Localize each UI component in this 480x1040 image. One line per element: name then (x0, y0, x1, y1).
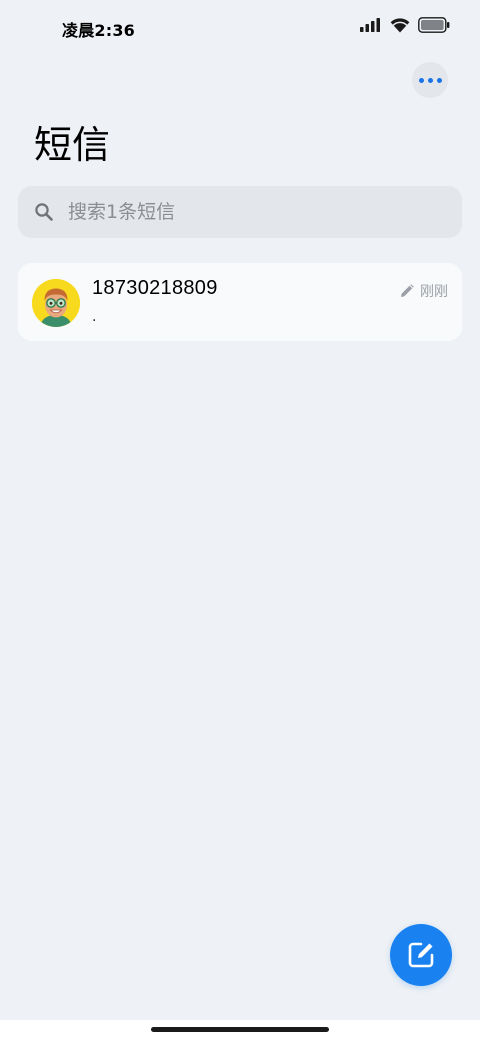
battery-icon (418, 17, 450, 33)
avatar (32, 279, 80, 327)
contact-name: 18730218809 (92, 277, 218, 299)
search-input[interactable] (68, 201, 428, 223)
compose-icon (408, 942, 434, 968)
message-time: 刚刚 (420, 284, 448, 300)
more-horizontal-icon (417, 77, 444, 83)
signal-icon (360, 18, 380, 32)
wifi-icon (390, 18, 410, 33)
page-title: 短信 (34, 123, 111, 167)
message-meta: 刚刚 (400, 281, 448, 301)
search-icon (35, 203, 53, 221)
conversation-item[interactable]: 18730218809 . 刚刚 (18, 263, 462, 341)
search-bar[interactable] (18, 186, 462, 238)
compose-button[interactable] (390, 924, 452, 986)
draft-pencil-icon (401, 284, 414, 297)
status-bar: 凌晨2:36 (0, 0, 480, 56)
status-icons (360, 17, 450, 33)
memoji-avatar-image (32, 279, 80, 327)
more-options-button[interactable] (412, 62, 448, 98)
navigation-bar (0, 1020, 480, 1040)
home-indicator[interactable] (151, 1027, 329, 1032)
message-preview: . (92, 309, 97, 325)
status-time: 凌晨2:36 (62, 21, 135, 40)
